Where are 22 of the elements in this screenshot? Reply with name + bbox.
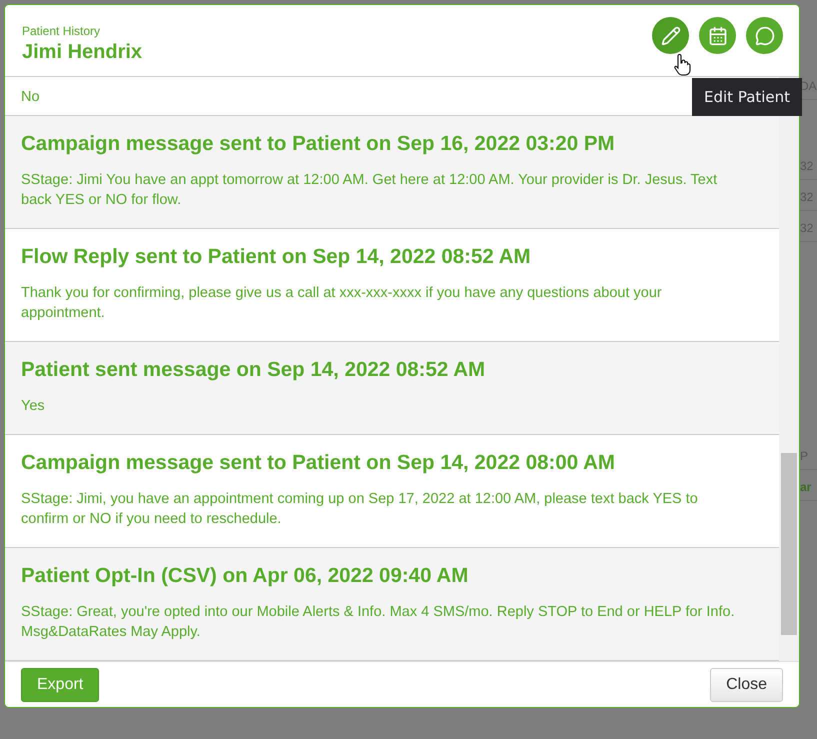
tooltip: Edit Patient [692, 78, 802, 116]
speech-bubble-icon [754, 26, 774, 46]
entry-heading: Flow Reply sent to Patient on Sep 14, 2022 08:52 AM [21, 245, 532, 269]
dialog-subtitle: Patient History [22, 24, 102, 38]
entry-heading: Campaign message sent to Patient on Sep 16, 2022 03:20 PM [21, 132, 616, 156]
entry-text: SStage: Jimi You have an appt tomorrow at 12:00 AM. Get here at 12:00 AM. Your provider is Dr. Jesus. Text back YES or NO for flow. [21, 171, 718, 210]
entry-heading: Campaign message sent to Patient on Sep 14, 2022 08:00 AM [21, 451, 616, 475]
entry-text: No [21, 88, 40, 107]
entry-text: SStage: Jimi, you have an appointment coming up on Sep 17, 2022 at 12:00 AM, please text back YES to confirm or NO if you need to reschedule. [21, 490, 699, 529]
close-button[interactable]: Close [710, 668, 783, 702]
calendar-button[interactable] [699, 17, 736, 54]
entry-heading: Patient Opt-In (CSV) on Apr 06, 2022 09:40 AM [21, 564, 470, 588]
message-button[interactable] [746, 17, 783, 54]
patient-name: Jimi Hendrix [22, 40, 142, 64]
entry-heading: Patient sent message on Sep 14, 2022 08:52 AM [21, 358, 486, 382]
edit-icon [660, 26, 680, 46]
calendar-icon [708, 26, 728, 46]
background-text: ar [800, 480, 812, 494]
edit-patient-button[interactable] [652, 17, 689, 54]
entry-text: Yes [21, 397, 46, 416]
entry-text: Thank you for confirming, please give us a call at xxx-xxx-xxxx if you have any questions about your appointment. [21, 284, 663, 323]
entry-text: SStage: Great, you're opted into our Mobile Alerts & Info. Max 4 SMS/mo. Reply STOP to End or HELP for Info. Msg&DataRates May Apply. [21, 603, 736, 642]
